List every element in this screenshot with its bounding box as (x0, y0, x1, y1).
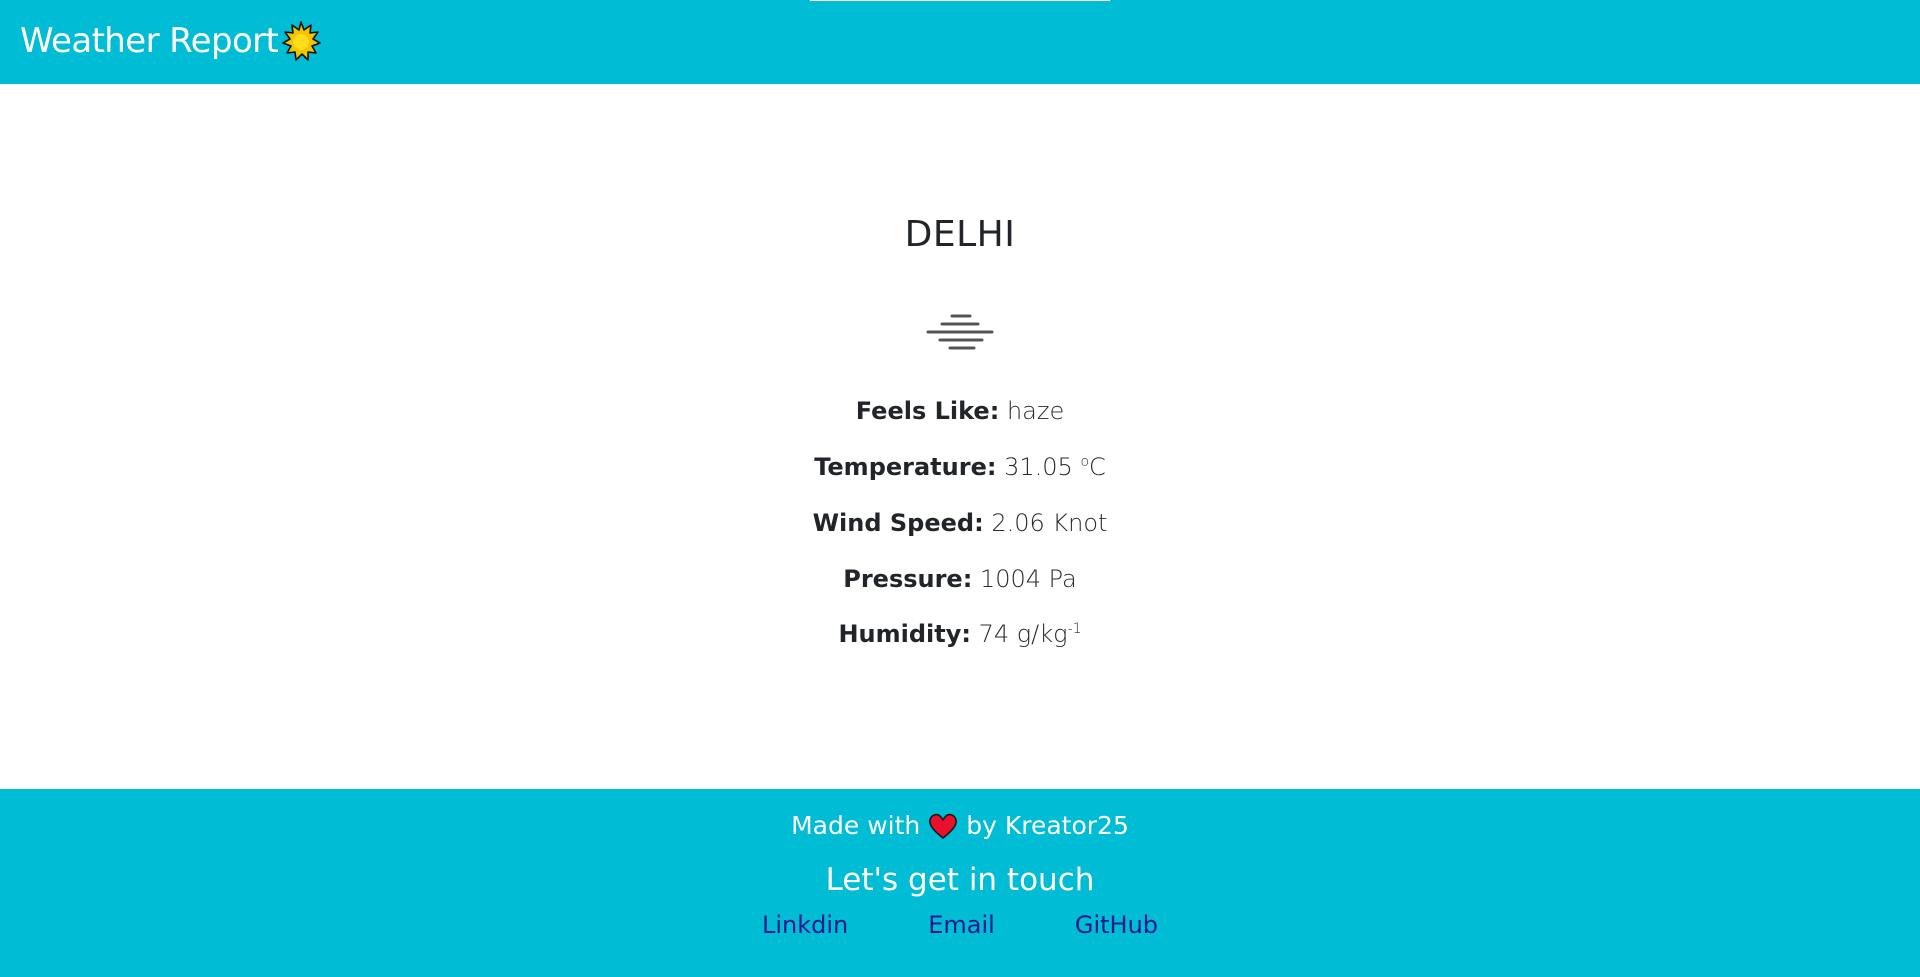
weather-card: DELHI Feels Like: haze Temperature: 31.0… (0, 84, 1920, 789)
temperature-value: 31.05 (1004, 453, 1081, 481)
get-in-touch-heading: Let's get in touch (825, 862, 1095, 898)
haze-icon (926, 314, 994, 350)
wind-speed-value: 2.06 Knot (991, 509, 1108, 537)
linkedin-link[interactable]: Linkdin (762, 911, 848, 939)
humidity-label: Humidity: (838, 620, 971, 648)
humidity-row: Humidity: 74 g/kg-1 (0, 620, 1920, 648)
temperature-label: Temperature: (814, 453, 997, 481)
email-link[interactable]: Email (928, 911, 995, 939)
wind-speed-label: Wind Speed: (812, 509, 984, 537)
made-with-prefix: Made with (791, 811, 921, 840)
brand-title: Weather Report (20, 21, 279, 61)
temperature-row: Temperature: 31.05 oC (0, 453, 1920, 481)
footer-links: Linkdin Email GitHub (0, 911, 1920, 939)
made-with-line: Made with by Kreator25 (0, 811, 1920, 840)
wind-speed-row: Wind Speed: 2.06 Knot (0, 509, 1920, 537)
pressure-label: Pressure: (843, 565, 973, 593)
pressure-row: Pressure: 1004 Pa (0, 565, 1920, 593)
temperature-unit: C (1089, 453, 1106, 481)
navbar: Weather Report (0, 0, 1920, 84)
github-link[interactable]: GitHub (1075, 911, 1158, 939)
heart-icon (929, 813, 958, 839)
footer: Made with by Kreator25 Let's get in touc… (0, 789, 1920, 977)
feels-like-label: Feels Like: (855, 397, 1000, 425)
feels-like-row: Feels Like: haze (0, 397, 1920, 425)
sun-icon (282, 21, 322, 61)
humidity-exponent: -1 (1067, 621, 1082, 637)
scroll-indicator (810, 0, 1110, 1)
brand-link[interactable]: Weather Report (20, 18, 322, 64)
degree-symbol: o (1080, 454, 1090, 470)
pressure-value: 1004 Pa (979, 565, 1077, 593)
humidity-value: 74 g/kg (978, 620, 1068, 648)
made-with-suffix: by Kreator25 (966, 811, 1129, 840)
feels-like-value: haze (1006, 397, 1065, 425)
city-name: DELHI (904, 214, 1016, 255)
